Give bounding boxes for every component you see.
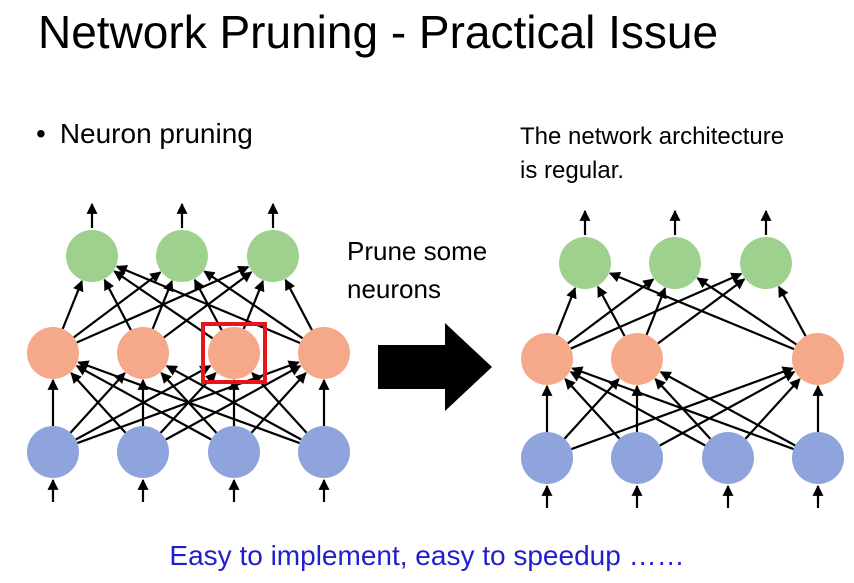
right-edge-hid1-out0 [596, 285, 626, 337]
footer-text: Easy to implement, easy to speedup …… [169, 540, 685, 571]
left-hidden-neuron-2 [208, 327, 260, 379]
left-network [27, 202, 350, 502]
left-output-neuron-2 [247, 230, 299, 282]
right-output-neuron-0 [559, 237, 611, 289]
right-output-neuron-2 [740, 237, 792, 289]
left-input-neuron-3 [298, 426, 350, 478]
left-input-neuron-1 [117, 426, 169, 478]
left-input-neuron-2 [208, 426, 260, 478]
left-hidden-neuron-1 [117, 327, 169, 379]
right-hidden-neuron-1 [611, 333, 663, 385]
right-edge-in2-hid2 [744, 378, 801, 440]
left-edge-hid3-out1 [203, 270, 304, 340]
right-edge-hid0-out0 [555, 287, 577, 336]
right-edge-hid2-out2 [777, 285, 807, 337]
left-hidden-neuron-3 [298, 327, 350, 379]
pruning-diagram [27, 202, 844, 508]
left-output-neuron-1 [156, 230, 208, 282]
right-input-neuron-3 [792, 432, 844, 484]
right-hidden-neuron-2 [792, 333, 844, 385]
right-edge-hid2-out1 [696, 277, 798, 346]
left-input-neuron-0 [27, 426, 79, 478]
left-hidden-neuron-0 [27, 327, 79, 379]
left-output-neuron-0 [66, 230, 118, 282]
left-edge-hid1-out0 [103, 278, 132, 331]
right-input-neuron-2 [702, 432, 754, 484]
left-edge-hid0-out0 [61, 280, 84, 330]
right-hidden-neuron-0 [521, 333, 573, 385]
big-right-arrow [378, 323, 492, 411]
left-edge-hid3-out2 [284, 278, 313, 331]
right-input-neuron-1 [611, 432, 663, 484]
right-network [521, 209, 844, 508]
right-input-neuron-0 [521, 432, 573, 484]
right-output-neuron-1 [649, 237, 701, 289]
